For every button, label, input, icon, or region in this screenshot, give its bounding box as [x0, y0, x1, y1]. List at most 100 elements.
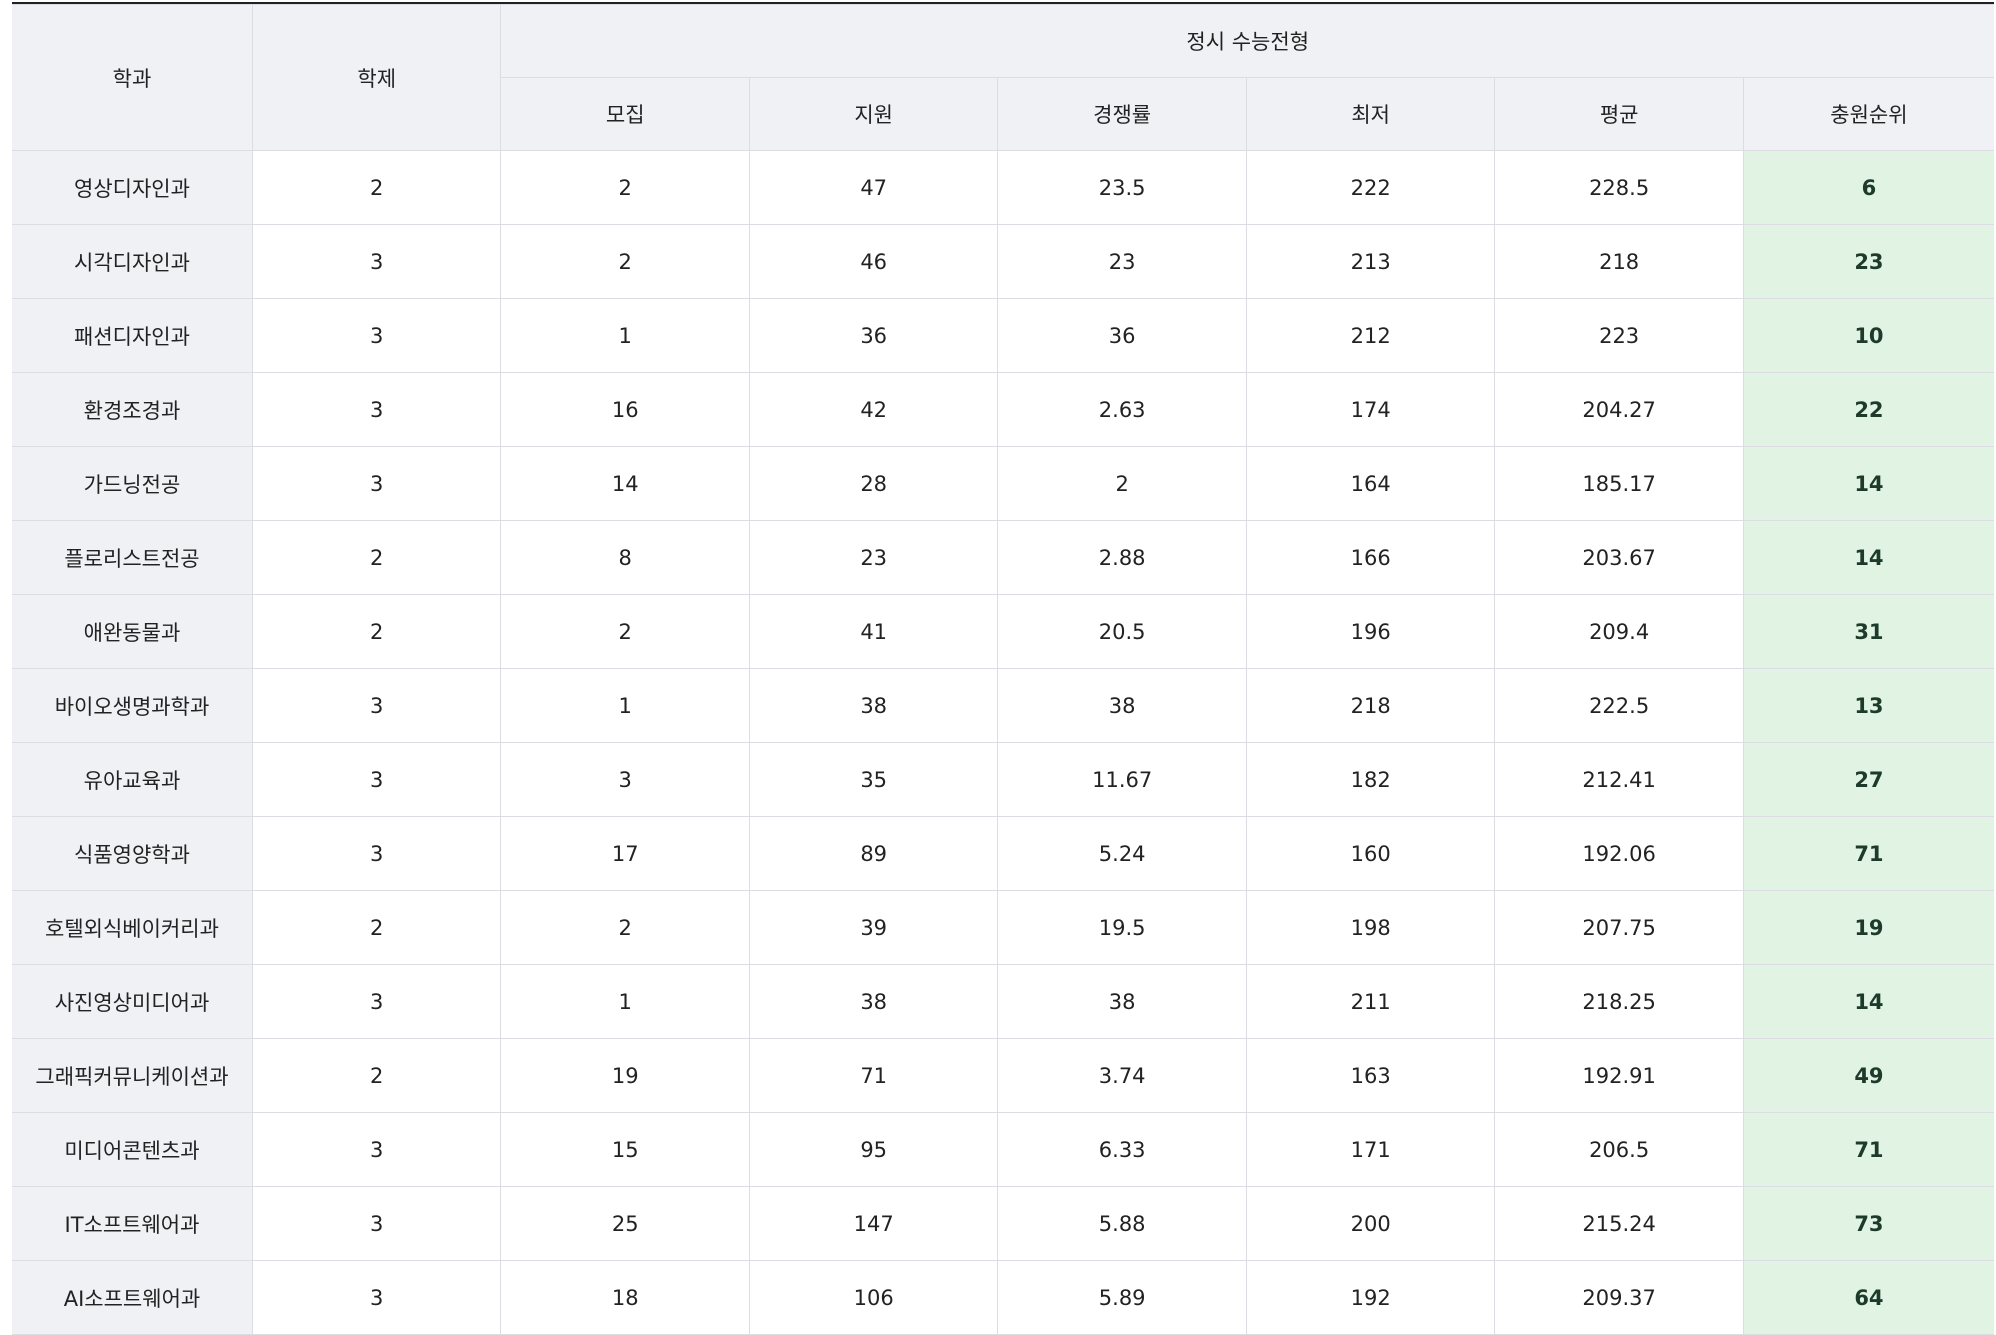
apply-cell: 36 [748, 298, 999, 373]
apply-cell: 23 [748, 520, 999, 595]
avg-cell: 212.41 [1494, 742, 1744, 817]
header-group-regular-admission: 정시 수능전형 [500, 4, 1994, 78]
avg-cell: 215.24 [1494, 1186, 1744, 1261]
admission-results-table: 학과 학제 정시 수능전형 모집 지원 경쟁률 최저 평균 충원순위 영상디자인… [12, 4, 1994, 1335]
min-cell: 160 [1245, 816, 1496, 891]
ratio-cell: 38 [997, 964, 1247, 1039]
header-apply: 지원 [748, 77, 999, 151]
dept-cell: 영상디자인과 [12, 150, 253, 225]
min-cell: 166 [1245, 520, 1496, 595]
ratio-cell: 6.33 [997, 1112, 1247, 1187]
dept-cell: 미디어콘텐츠과 [12, 1112, 253, 1187]
dept-cell: 애완동물과 [12, 594, 253, 669]
table-row: IT소프트웨어과 3 25 147 5.88 200 215.24 73 [12, 1186, 1994, 1261]
recruit-cell: 15 [500, 1112, 750, 1187]
table-row: 유아교육과 3 3 35 11.67 182 212.41 27 [12, 742, 1994, 817]
recruit-cell: 2 [500, 890, 750, 965]
ratio-cell: 2.63 [997, 372, 1247, 447]
min-cell: 198 [1245, 890, 1496, 965]
min-cell: 222 [1245, 150, 1496, 225]
ratio-cell: 5.24 [997, 816, 1247, 891]
ratio-cell: 3.74 [997, 1038, 1247, 1113]
rank-cell: 22 [1742, 372, 1994, 447]
table-row: 패션디자인과 3 1 36 36 212 223 10 [12, 298, 1994, 373]
table-row: 그래픽커뮤니케이션과 2 19 71 3.74 163 192.91 49 [12, 1038, 1994, 1113]
rank-cell: 10 [1742, 298, 1994, 373]
min-cell: 192 [1245, 1260, 1496, 1335]
avg-cell: 185.17 [1494, 446, 1744, 521]
dept-cell: 바이오생명과학과 [12, 668, 253, 743]
avg-cell: 206.5 [1494, 1112, 1744, 1187]
table-row: 가드닝전공 3 14 28 2 164 185.17 14 [12, 446, 1994, 521]
rank-cell: 19 [1742, 890, 1994, 965]
apply-cell: 41 [748, 594, 999, 669]
apply-cell: 35 [748, 742, 999, 817]
avg-cell: 209.37 [1494, 1260, 1744, 1335]
term-cell: 3 [251, 668, 502, 743]
dept-cell: 환경조경과 [12, 372, 253, 447]
dept-cell: 호텔외식베이커리과 [12, 890, 253, 965]
apply-cell: 106 [748, 1260, 999, 1335]
dept-cell: AI소프트웨어과 [12, 1260, 253, 1335]
rank-cell: 27 [1742, 742, 1994, 817]
rank-cell: 31 [1742, 594, 1994, 669]
ratio-cell: 5.88 [997, 1186, 1247, 1261]
table-row: 시각디자인과 3 2 46 23 213 218 23 [12, 224, 1994, 299]
avg-cell: 203.67 [1494, 520, 1744, 595]
admission-table-wrapper: 학과 학제 정시 수능전형 모집 지원 경쟁률 최저 평균 충원순위 영상디자인… [12, 2, 1994, 1335]
rank-cell: 64 [1742, 1260, 1994, 1335]
apply-cell: 38 [748, 668, 999, 743]
table-header: 학과 학제 정시 수능전형 모집 지원 경쟁률 최저 평균 충원순위 [12, 4, 1994, 151]
ratio-cell: 2.88 [997, 520, 1247, 595]
ratio-cell: 19.5 [997, 890, 1247, 965]
apply-cell: 71 [748, 1038, 999, 1113]
dept-cell: 식품영양학과 [12, 816, 253, 891]
term-cell: 2 [251, 520, 502, 595]
term-cell: 3 [251, 1186, 502, 1261]
rank-cell: 6 [1742, 150, 1994, 225]
term-cell: 3 [251, 816, 502, 891]
header-rank: 충원순위 [1742, 77, 1994, 151]
recruit-cell: 8 [500, 520, 750, 595]
header-recruit: 모집 [500, 77, 750, 151]
recruit-cell: 1 [500, 298, 750, 373]
term-cell: 2 [251, 1038, 502, 1113]
recruit-cell: 3 [500, 742, 750, 817]
term-cell: 2 [251, 150, 502, 225]
header-dept: 학과 [12, 4, 253, 151]
avg-cell: 222.5 [1494, 668, 1744, 743]
min-cell: 211 [1245, 964, 1496, 1039]
rank-cell: 14 [1742, 520, 1994, 595]
min-cell: 200 [1245, 1186, 1496, 1261]
table-row: 사진영상미디어과 3 1 38 38 211 218.25 14 [12, 964, 1994, 1039]
min-cell: 182 [1245, 742, 1496, 817]
term-cell: 3 [251, 446, 502, 521]
avg-cell: 207.75 [1494, 890, 1744, 965]
ratio-cell: 11.67 [997, 742, 1247, 817]
term-cell: 2 [251, 594, 502, 669]
avg-cell: 192.91 [1494, 1038, 1744, 1113]
dept-cell: 유아교육과 [12, 742, 253, 817]
recruit-cell: 18 [500, 1260, 750, 1335]
table-row: 바이오생명과학과 3 1 38 38 218 222.5 13 [12, 668, 1994, 743]
table-row: 환경조경과 3 16 42 2.63 174 204.27 22 [12, 372, 1994, 447]
min-cell: 213 [1245, 224, 1496, 299]
apply-cell: 28 [748, 446, 999, 521]
table-row: 호텔외식베이커리과 2 2 39 19.5 198 207.75 19 [12, 890, 1994, 965]
rank-cell: 71 [1742, 816, 1994, 891]
recruit-cell: 19 [500, 1038, 750, 1113]
ratio-cell: 38 [997, 668, 1247, 743]
apply-cell: 38 [748, 964, 999, 1039]
rank-cell: 49 [1742, 1038, 1994, 1113]
rank-cell: 71 [1742, 1112, 1994, 1187]
table-body: 영상디자인과 2 2 47 23.5 222 228.5 6 시각디자인과 3 2 46 23 213 21… [12, 150, 1994, 1335]
rank-cell: 73 [1742, 1186, 1994, 1261]
term-cell: 3 [251, 298, 502, 373]
min-cell: 212 [1245, 298, 1496, 373]
ratio-cell: 5.89 [997, 1260, 1247, 1335]
recruit-cell: 2 [500, 594, 750, 669]
term-cell: 2 [251, 890, 502, 965]
recruit-cell: 14 [500, 446, 750, 521]
table-row: 영상디자인과 2 2 47 23.5 222 228.5 6 [12, 150, 1994, 225]
recruit-cell: 1 [500, 668, 750, 743]
